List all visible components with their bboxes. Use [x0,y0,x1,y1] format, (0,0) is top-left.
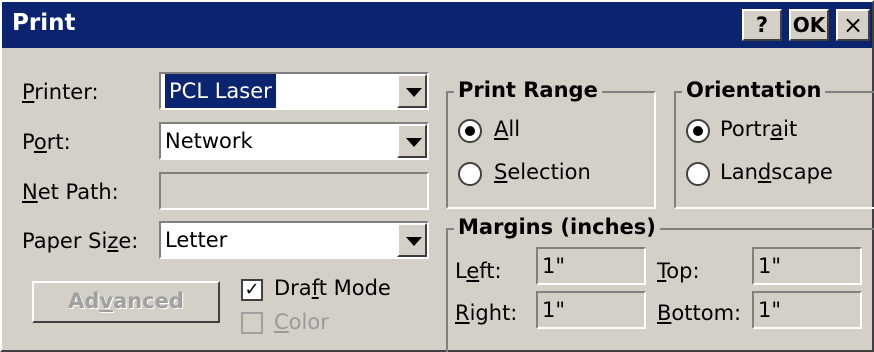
print-range-title: Print Range [454,78,602,102]
chevron-down-icon [406,88,422,97]
help-button[interactable]: ? [742,9,782,41]
margin-left-input[interactable]: 1" [536,247,646,285]
paper-size-value: Letter [165,228,228,252]
dialog-title: Print [12,10,76,36]
net-path-label: Net Path: [22,180,119,204]
draft-mode-label: Draft Mode [274,276,391,300]
port-value: Network [165,129,253,153]
radio-dot-icon [465,126,475,136]
port-select[interactable]: Network [159,122,429,160]
port-label: Port: [22,130,71,154]
portrait-radio[interactable] [686,119,710,143]
paper-size-dropdown-button[interactable] [397,223,427,257]
all-label: All [494,117,521,141]
orientation-title: Orientation [682,78,826,102]
orientation-group: Orientation [674,78,874,209]
port-dropdown-button[interactable] [397,124,427,158]
draft-mode-checkbox[interactable]: ✓ [241,279,263,301]
margin-top-label: Top: [657,259,700,283]
margin-right-label: Right: [455,301,518,325]
selection-radio[interactable] [458,162,482,186]
ok-button[interactable]: OK [789,9,829,41]
close-icon: × [842,11,864,39]
color-label: Color [274,310,329,334]
paper-size-select[interactable]: Letter [159,221,429,259]
margin-bottom-input[interactable]: 1" [752,291,862,329]
portrait-label: Portrait [720,117,798,141]
color-checkbox[interactable] [241,312,263,334]
radio-dot-icon [693,126,703,136]
close-button[interactable]: × [836,9,870,41]
title-bar[interactable]: Print ? OK × [2,2,872,48]
landscape-radio[interactable] [686,162,710,186]
margins-title: Margins (inches) [454,215,660,239]
print-range-group: Print Range [446,78,656,209]
landscape-label: Landscape [720,160,833,184]
printer-value: PCL Laser [164,74,277,108]
margin-bottom-label: Bottom: [657,301,742,325]
printer-select[interactable]: PCL Laser [159,72,429,110]
printer-label: Printer: [22,80,99,104]
all-radio[interactable] [458,119,482,143]
selection-label: Selection [494,160,591,184]
chevron-down-icon [406,237,422,246]
paper-size-label: Paper Size: [22,229,139,253]
margin-left-label: Left: [455,259,502,283]
margin-right-input[interactable]: 1" [536,291,646,329]
advanced-button[interactable]: Advanced [32,281,220,323]
margin-top-input[interactable]: 1" [752,247,862,285]
chevron-down-icon [406,138,422,147]
checkmark-icon: ✓ [244,279,260,300]
net-path-input[interactable] [159,172,429,210]
printer-dropdown-button[interactable] [397,74,427,108]
print-dialog: Print ? OK × Printer: PCL Laser Port: Ne… [0,0,874,352]
